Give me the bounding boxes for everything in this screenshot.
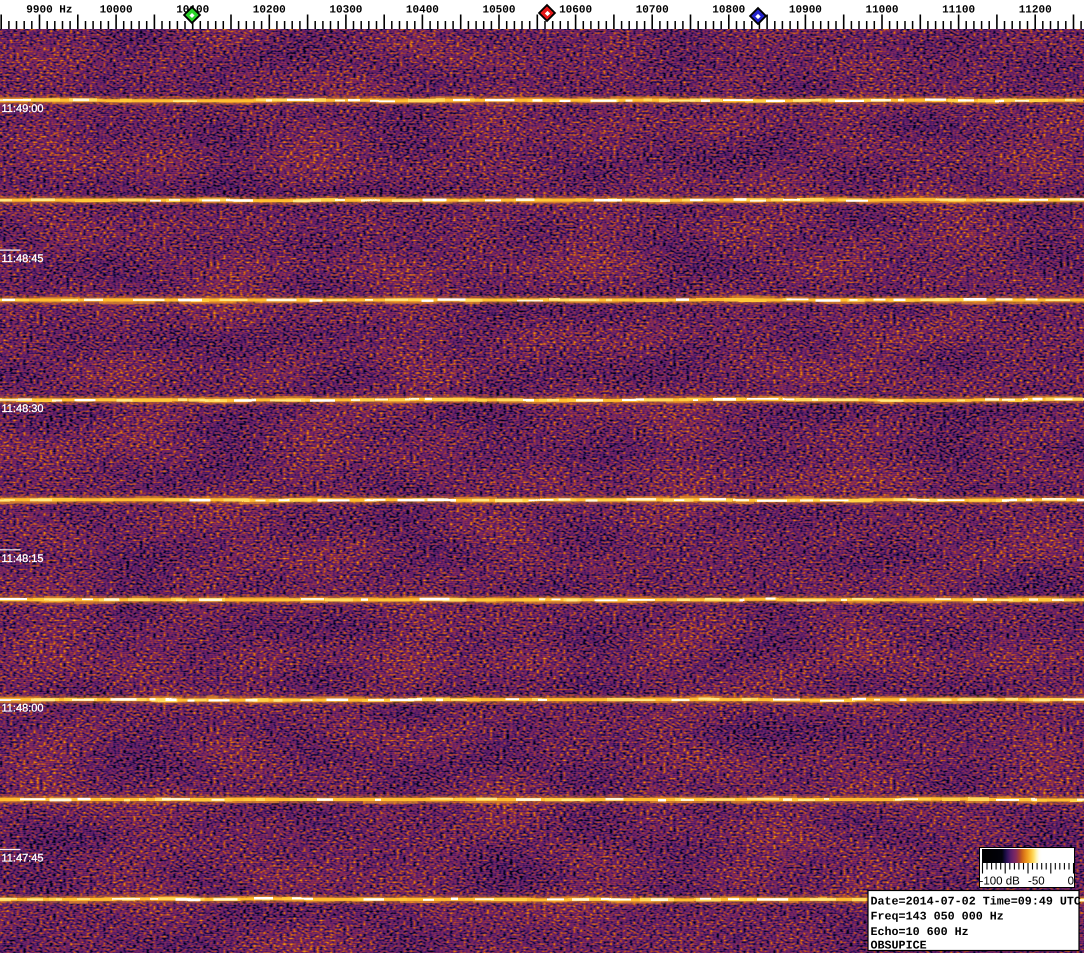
svg-text:10000: 10000 [100, 5, 133, 17]
svg-text:10300: 10300 [329, 5, 362, 17]
svg-text:9900 Hz: 9900 Hz [26, 5, 72, 17]
svg-text:-50: -50 [1028, 876, 1045, 888]
svg-text:OBSUPICE: OBSUPICE [871, 938, 927, 952]
svg-text:10900: 10900 [789, 5, 822, 17]
svg-text:11:48:15: 11:48:15 [2, 553, 44, 565]
svg-text:10500: 10500 [482, 5, 515, 17]
svg-text:10800: 10800 [712, 5, 745, 17]
svg-text:Freq=143 050 000 Hz: Freq=143 050 000 Hz [871, 910, 1004, 924]
svg-text:10700: 10700 [636, 5, 669, 17]
svg-text:11:49:00: 11:49:00 [2, 103, 44, 115]
svg-text:11:48:45: 11:48:45 [2, 253, 44, 265]
svg-text:11100: 11100 [942, 5, 975, 17]
svg-text:10400: 10400 [406, 5, 439, 17]
svg-text:11200: 11200 [1019, 5, 1052, 17]
svg-text:10600: 10600 [559, 5, 592, 17]
svg-text:-100 dB: -100 dB [980, 876, 1021, 888]
svg-text:11:47:45: 11:47:45 [2, 853, 44, 865]
svg-text:Date=2014-07-02 Time=09:49 UTC: Date=2014-07-02 Time=09:49 UTC [871, 894, 1081, 908]
svg-text:Echo=10 600 Hz: Echo=10 600 Hz [871, 925, 969, 939]
svg-text:0: 0 [1068, 876, 1074, 888]
svg-text:10200: 10200 [253, 5, 286, 17]
svg-text:11:48:30: 11:48:30 [2, 403, 44, 415]
svg-text:11000: 11000 [865, 5, 898, 17]
svg-text:11:48:00: 11:48:00 [2, 703, 44, 715]
